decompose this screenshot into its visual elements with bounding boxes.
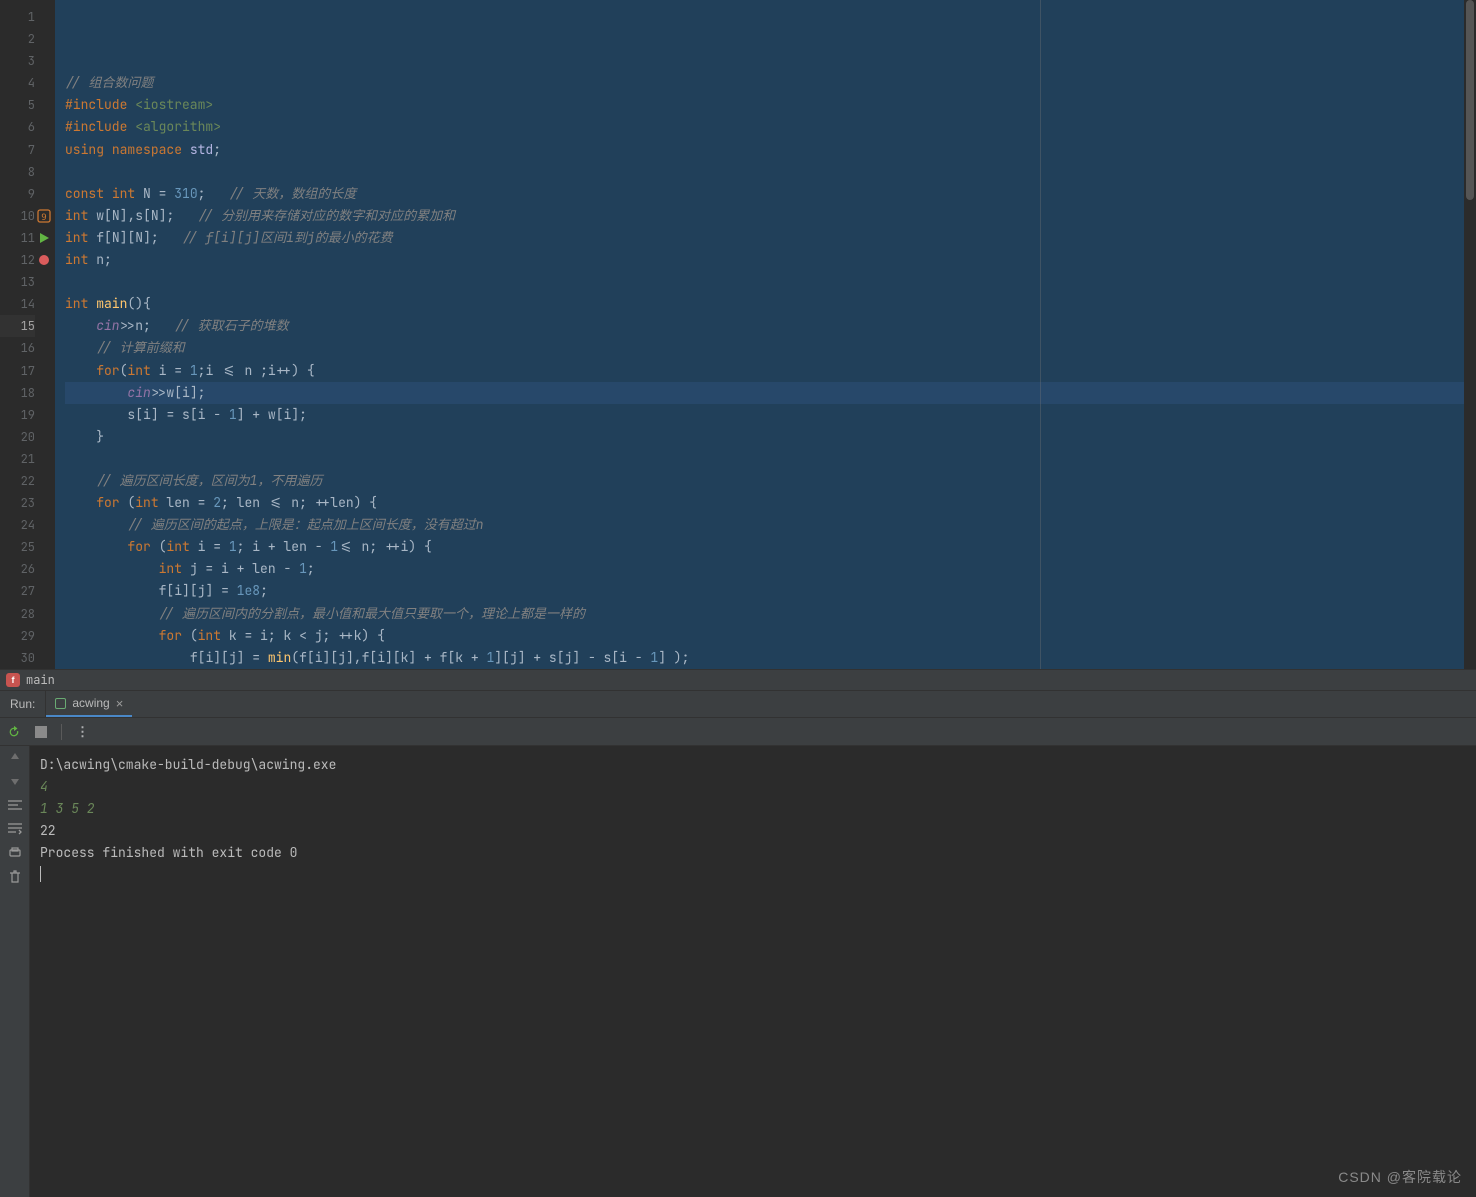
code-line[interactable]: // 遍历区间的起点，上限是：起点加上区间长度，没有超过n: [65, 514, 1464, 536]
line-number[interactable]: 24: [0, 514, 35, 536]
line-number[interactable]: 7: [0, 139, 35, 161]
line-number[interactable]: 22: [0, 470, 35, 492]
line-number[interactable]: 6: [0, 116, 35, 138]
code-line[interactable]: cin>>w[i];: [65, 382, 1464, 404]
breakpoint-icon[interactable]: [36, 249, 52, 271]
code-line[interactable]: for(int i = 1;i <= n ;i++) {: [65, 360, 1464, 382]
breadcrumb-label: main: [26, 672, 55, 688]
line-number[interactable]: 30: [0, 647, 35, 669]
code-line[interactable]: f[i][j] = 1e8;: [65, 580, 1464, 602]
scroll-to-end-icon[interactable]: [8, 822, 22, 839]
console-gutter: [0, 746, 30, 1197]
line-number[interactable]: 8: [0, 161, 35, 183]
print-icon[interactable]: [8, 846, 22, 863]
console-caret: [40, 866, 41, 882]
code-line[interactable]: [65, 161, 1464, 183]
toolbar-separator: [61, 724, 62, 740]
code-line[interactable]: for (int i = 1; i + len - 1<= n; ++i) {: [65, 536, 1464, 558]
code-line[interactable]: #include <algorithm>: [65, 116, 1464, 138]
console-panel: D:\acwing\cmake-build-debug\acwing.exe41…: [0, 746, 1476, 1197]
scroll-thumb[interactable]: [1466, 0, 1474, 200]
function-icon: f: [6, 673, 20, 687]
console-output-line: 22: [40, 820, 1466, 842]
line-number[interactable]: 25: [0, 536, 35, 558]
line-number[interactable]: 2: [0, 28, 35, 50]
code-line[interactable]: }: [65, 426, 1464, 448]
down-arrow-icon[interactable]: [9, 774, 21, 791]
line-number[interactable]: 28: [0, 603, 35, 625]
console-output-line: D:\acwing\cmake-build-debug\acwing.exe: [40, 754, 1466, 776]
run-gutter-icon[interactable]: [36, 227, 52, 249]
line-number[interactable]: 17: [0, 360, 35, 382]
line-number[interactable]: 4: [0, 72, 35, 94]
code-line[interactable]: cin>>n; // 获取石子的堆数: [65, 315, 1464, 337]
line-number[interactable]: 9: [0, 183, 35, 205]
code-line[interactable]: [65, 271, 1464, 293]
breadcrumb[interactable]: f main: [0, 669, 1476, 691]
code-line[interactable]: int f[N][N]; // f[i][j]区间i到j的最小的花费: [65, 227, 1464, 249]
code-line[interactable]: // 遍历区间内的分割点，最小值和最大值只要取一个，理论上都是一样的: [65, 603, 1464, 625]
console-input-line: 4: [40, 776, 1466, 798]
rerun-button[interactable]: [7, 725, 21, 739]
line-number[interactable]: 27: [0, 580, 35, 602]
watermark: CSDN @客院载论: [1338, 1167, 1462, 1187]
run-tab-acwing[interactable]: acwing ×: [46, 691, 132, 717]
more-actions-button[interactable]: ⋮: [76, 723, 91, 740]
line-number[interactable]: 12: [0, 249, 35, 271]
close-icon[interactable]: ×: [116, 696, 124, 711]
up-arrow-icon[interactable]: [9, 750, 21, 767]
console-input-line: 1 3 5 2: [40, 798, 1466, 820]
run-tool-tabs: Run: acwing ×: [0, 691, 1476, 718]
line-number[interactable]: 26: [0, 558, 35, 580]
code-line[interactable]: for (int len = 2; len <= n; ++len) {: [65, 492, 1464, 514]
code-line[interactable]: int main(){: [65, 293, 1464, 315]
code-line[interactable]: s[i] = s[i - 1] + w[i];: [65, 404, 1464, 426]
code-line[interactable]: for (int k = i; k < j; ++k) {: [65, 625, 1464, 647]
code-line[interactable]: int w[N],s[N]; // 分别用来存储对应的数字和对应的累加和: [65, 205, 1464, 227]
code-line[interactable]: // 遍历区间长度，区间为1，不用遍历: [65, 470, 1464, 492]
code-line[interactable]: [65, 448, 1464, 470]
line-number[interactable]: 19: [0, 404, 35, 426]
code-area[interactable]: // 组合数问题#include <iostream>#include <alg…: [55, 0, 1464, 669]
code-line[interactable]: using namespace std;: [65, 139, 1464, 161]
line-number[interactable]: 18: [0, 382, 35, 404]
run-tab-label: acwing: [72, 696, 109, 710]
stop-button[interactable]: [35, 726, 47, 738]
console-output[interactable]: D:\acwing\cmake-build-debug\acwing.exe41…: [30, 746, 1476, 1197]
code-line[interactable]: f[i][j] = min(f[i][j],f[i][k] + f[k + 1]…: [65, 647, 1464, 669]
line-number[interactable]: 23: [0, 492, 35, 514]
line-number[interactable]: 11: [0, 227, 35, 249]
code-line[interactable]: // 计算前缀和: [65, 337, 1464, 359]
line-number[interactable]: 13: [0, 271, 35, 293]
console-output-line: Process finished with exit code 0: [40, 842, 1466, 864]
code-line[interactable]: // 组合数问题: [65, 72, 1464, 94]
gutter-icons-column: 9: [36, 6, 52, 669]
run-toolbar: ⋮: [0, 718, 1476, 746]
trash-icon[interactable]: [9, 870, 21, 888]
line-number[interactable]: 20: [0, 426, 35, 448]
line-number[interactable]: 1: [0, 6, 35, 28]
code-line[interactable]: int j = i + len - 1;: [65, 558, 1464, 580]
line-number[interactable]: 16: [0, 337, 35, 359]
run-title: Run:: [0, 691, 46, 717]
code-line[interactable]: int n;: [65, 249, 1464, 271]
editor-scrollbar[interactable]: [1464, 0, 1476, 669]
code-line[interactable]: const int N = 310; // 天数，数组的长度: [65, 183, 1464, 205]
line-number[interactable]: 15: [0, 315, 35, 337]
bookmark-icon[interactable]: 9: [36, 205, 52, 227]
line-number[interactable]: 5: [0, 94, 35, 116]
soft-wrap-icon[interactable]: [8, 798, 22, 815]
line-number[interactable]: 10: [0, 205, 35, 227]
line-number[interactable]: 29: [0, 625, 35, 647]
line-number[interactable]: 3: [0, 50, 35, 72]
right-margin-guide: [1040, 0, 1041, 669]
svg-text:9: 9: [41, 213, 46, 223]
code-line[interactable]: #include <iostream>: [65, 94, 1464, 116]
line-number[interactable]: 21: [0, 448, 35, 470]
run-config-icon: [55, 698, 66, 709]
code-editor[interactable]: 9 12345678910111213141516171819202122232…: [0, 0, 1476, 669]
line-number-gutter[interactable]: 9 12345678910111213141516171819202122232…: [0, 0, 55, 669]
line-number[interactable]: 14: [0, 293, 35, 315]
